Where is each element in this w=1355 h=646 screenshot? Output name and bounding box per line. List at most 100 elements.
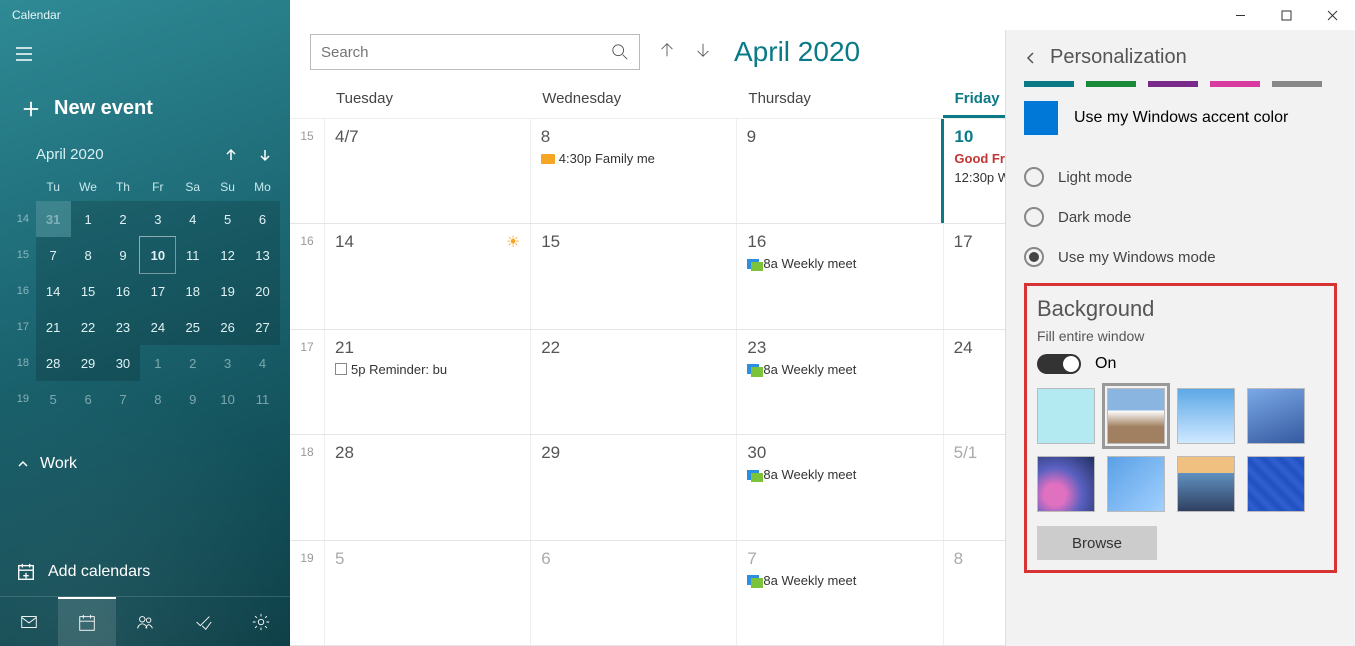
mini-day[interactable]: 9 <box>175 381 210 417</box>
color-swatch[interactable] <box>1272 81 1322 87</box>
event[interactable]: 8a Weekly meet <box>747 467 932 482</box>
accent-color-box[interactable] <box>1024 101 1058 135</box>
mini-day[interactable]: 30 <box>106 345 141 381</box>
calendar-section-toggle[interactable]: Work <box>0 447 290 481</box>
dark-mode-radio[interactable]: Dark mode <box>1024 207 1337 227</box>
mini-day[interactable]: 3 <box>140 201 175 237</box>
mini-day[interactable]: 29 <box>71 345 106 381</box>
mini-prev-icon[interactable] <box>224 148 238 162</box>
mini-day[interactable]: 28 <box>36 345 71 381</box>
prev-week-button[interactable] <box>658 41 676 64</box>
mini-day[interactable]: 21 <box>36 309 71 345</box>
day-cell[interactable]: 6 <box>530 541 736 645</box>
mini-day[interactable]: 24 <box>140 309 175 345</box>
mini-day[interactable]: 22 <box>71 309 106 345</box>
mini-day[interactable]: 18 <box>175 273 210 309</box>
event[interactable]: 8a Weekly meet <box>747 362 932 377</box>
windows-mode-radio[interactable]: Use my Windows mode <box>1024 247 1337 267</box>
mini-next-icon[interactable] <box>258 148 272 162</box>
mini-day[interactable]: 8 <box>71 237 106 273</box>
new-event-button[interactable]: New event <box>0 83 290 142</box>
bg-thumb[interactable] <box>1247 456 1305 512</box>
minimize-button[interactable] <box>1217 0 1263 30</box>
mini-day[interactable]: 12 <box>210 237 245 273</box>
mini-day[interactable]: 15 <box>71 273 106 309</box>
settings-icon[interactable] <box>232 597 290 646</box>
day-cell[interactable]: 215p Reminder: bu <box>324 330 530 434</box>
mini-day[interactable]: 2 <box>106 201 141 237</box>
color-swatch[interactable] <box>1148 81 1198 87</box>
hamburger-button[interactable] <box>0 30 290 83</box>
mini-day[interactable]: 26 <box>210 309 245 345</box>
color-swatch[interactable] <box>1086 81 1136 87</box>
mini-day[interactable]: 5 <box>210 201 245 237</box>
bg-thumb[interactable] <box>1177 388 1235 444</box>
mini-day[interactable]: 8 <box>140 381 175 417</box>
mini-day[interactable]: 20 <box>245 273 280 309</box>
mini-day[interactable]: 1 <box>140 345 175 381</box>
bg-thumb[interactable] <box>1037 388 1095 444</box>
mini-day[interactable]: 16 <box>106 273 141 309</box>
day-cell[interactable]: 9 <box>736 119 942 223</box>
mini-day[interactable]: 27 <box>245 309 280 345</box>
mini-day[interactable]: 11 <box>175 237 210 273</box>
event[interactable]: 4:30p Family me <box>541 151 726 166</box>
calendar-icon[interactable] <box>58 597 116 646</box>
event[interactable]: 8a Weekly meet <box>747 573 932 588</box>
bg-thumb[interactable] <box>1107 456 1165 512</box>
day-cell[interactable]: 15 <box>530 224 736 328</box>
mail-icon[interactable] <box>0 597 58 646</box>
day-cell[interactable]: 29 <box>530 435 736 539</box>
bg-thumb[interactable] <box>1107 388 1165 444</box>
maximize-button[interactable] <box>1263 0 1309 30</box>
back-icon[interactable] <box>1024 51 1038 65</box>
mini-day[interactable]: 31 <box>36 201 71 237</box>
event[interactable]: 5p Reminder: bu <box>335 362 520 377</box>
color-swatch[interactable] <box>1024 81 1074 87</box>
mini-day[interactable]: 5 <box>36 381 71 417</box>
day-cell[interactable]: 84:30p Family me <box>530 119 736 223</box>
mini-day[interactable]: 4 <box>245 345 280 381</box>
mini-day[interactable]: 7 <box>36 237 71 273</box>
next-week-button[interactable] <box>694 41 712 64</box>
mini-day[interactable]: 1 <box>71 201 106 237</box>
mini-day[interactable]: 2 <box>175 345 210 381</box>
day-cell[interactable]: 168a Weekly meet <box>736 224 942 328</box>
browse-button[interactable]: Browse <box>1037 526 1157 560</box>
close-button[interactable] <box>1309 0 1355 30</box>
search-input[interactable] <box>321 44 611 61</box>
bg-thumb[interactable] <box>1177 456 1235 512</box>
mini-day[interactable]: 7 <box>106 381 141 417</box>
mini-day[interactable]: 13 <box>245 237 280 273</box>
mini-day[interactable]: 25 <box>175 309 210 345</box>
mini-day[interactable]: 3 <box>210 345 245 381</box>
day-cell[interactable]: 22 <box>530 330 736 434</box>
day-cell[interactable]: 14☀ <box>324 224 530 328</box>
color-swatch[interactable] <box>1210 81 1260 87</box>
bg-thumb[interactable] <box>1247 388 1305 444</box>
mini-day[interactable]: 14 <box>36 273 71 309</box>
mini-day[interactable]: 6 <box>71 381 106 417</box>
mini-day[interactable]: 17 <box>140 273 175 309</box>
mini-day[interactable]: 23 <box>106 309 141 345</box>
bg-thumb[interactable] <box>1037 456 1095 512</box>
fill-window-toggle[interactable] <box>1037 354 1081 374</box>
mini-day[interactable]: 19 <box>210 273 245 309</box>
light-mode-radio[interactable]: Light mode <box>1024 167 1337 187</box>
search-icon[interactable] <box>611 43 629 61</box>
mini-day[interactable]: 10 <box>210 381 245 417</box>
search-box[interactable] <box>310 34 640 70</box>
todo-icon[interactable] <box>174 597 232 646</box>
day-cell[interactable]: 308a Weekly meet <box>736 435 942 539</box>
mini-day[interactable]: 6 <box>245 201 280 237</box>
event[interactable]: 8a Weekly meet <box>747 256 932 271</box>
day-cell[interactable]: 238a Weekly meet <box>736 330 942 434</box>
day-cell[interactable]: 28 <box>324 435 530 539</box>
month-title[interactable]: April 2020 <box>734 36 860 68</box>
people-icon[interactable] <box>116 597 174 646</box>
mini-calendar[interactable]: TuWeThFrSaSuMo14311234561578910111213161… <box>0 173 290 417</box>
day-cell[interactable]: 78a Weekly meet <box>736 541 942 645</box>
mini-day[interactable]: 11 <box>245 381 280 417</box>
mini-day[interactable]: 4 <box>175 201 210 237</box>
day-cell[interactable]: 5 <box>324 541 530 645</box>
